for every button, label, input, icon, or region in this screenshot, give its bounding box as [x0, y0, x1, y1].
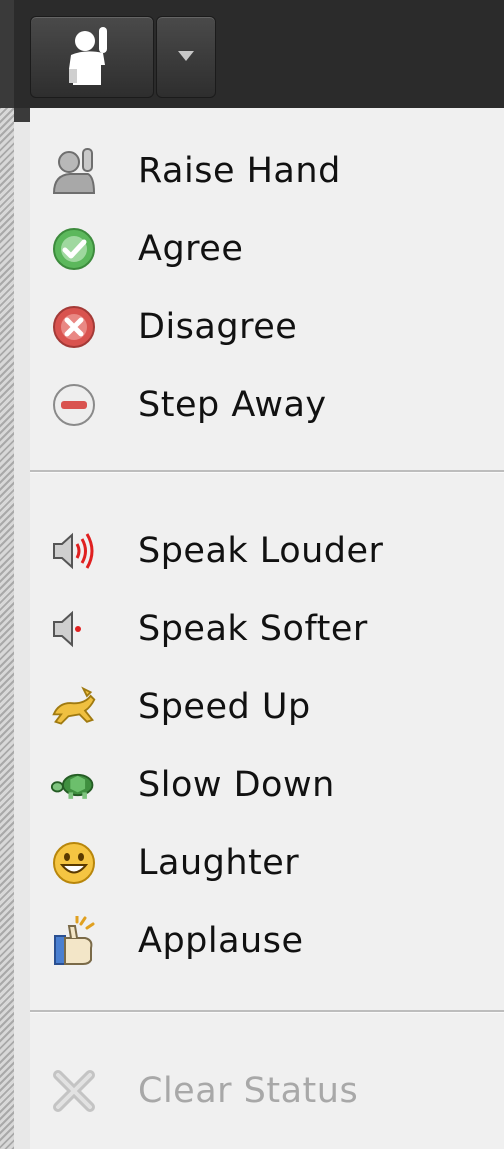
menu-item-laughter[interactable]: Laughter	[30, 824, 504, 902]
status-menu: Raise Hand Agree Disagree Step Away Spea…	[30, 108, 504, 1149]
speaker-loud-icon	[50, 527, 98, 575]
raised-hand-person-icon	[69, 27, 107, 85]
menu-item-applause[interactable]: Applause	[30, 902, 504, 980]
menu-item-agree[interactable]: Agree	[30, 210, 504, 288]
raise-hand-icon	[50, 147, 98, 195]
left-rail	[0, 108, 14, 1149]
menu-item-label: Speak Softer	[138, 609, 368, 649]
speaker-soft-icon	[50, 605, 98, 653]
triangle-down-icon	[178, 51, 194, 61]
green-check-icon	[50, 225, 98, 273]
menu-separator	[30, 470, 504, 473]
menu-item-label: Agree	[138, 229, 244, 269]
menu-item-label: Laughter	[138, 843, 300, 883]
menu-item-label: Applause	[138, 921, 304, 961]
app-window: Raise Hand Agree Disagree Step Away Spea…	[0, 0, 504, 1149]
left-rail-notch	[14, 108, 30, 122]
menu-item-speak-louder[interactable]: Speak Louder	[30, 512, 504, 590]
menu-item-step-away[interactable]: Step Away	[30, 366, 504, 444]
menu-separator	[30, 1010, 504, 1013]
red-x-icon	[50, 303, 98, 351]
grey-x-icon	[50, 1067, 98, 1115]
toolbar-edge	[0, 0, 14, 108]
status-dropdown-button[interactable]	[156, 16, 216, 98]
menu-item-label: Speed Up	[138, 687, 311, 727]
status-button[interactable]	[30, 16, 154, 98]
smiley-icon	[50, 839, 98, 887]
menu-item-clear-status[interactable]: Clear Status	[30, 1052, 504, 1130]
menu-item-slow-down[interactable]: Slow Down	[30, 746, 504, 824]
menu-item-raise-hand[interactable]: Raise Hand	[30, 132, 504, 210]
menu-item-speed-up[interactable]: Speed Up	[30, 668, 504, 746]
clapping-hands-icon	[50, 916, 98, 965]
menu-item-speak-softer[interactable]: Speak Softer	[30, 590, 504, 668]
menu-item-label: Speak Louder	[138, 531, 384, 571]
top-toolbar	[0, 0, 504, 109]
minus-circle-icon	[50, 381, 98, 429]
menu-item-label: Slow Down	[138, 765, 335, 805]
left-rail-gap	[14, 108, 31, 1149]
rabbit-icon	[50, 683, 98, 731]
menu-item-label: Clear Status	[138, 1071, 359, 1111]
menu-item-label: Step Away	[138, 385, 327, 425]
menu-item-label: Disagree	[138, 307, 298, 347]
menu-item-label: Raise Hand	[138, 151, 341, 191]
turtle-icon	[50, 761, 98, 809]
menu-item-disagree[interactable]: Disagree	[30, 288, 504, 366]
